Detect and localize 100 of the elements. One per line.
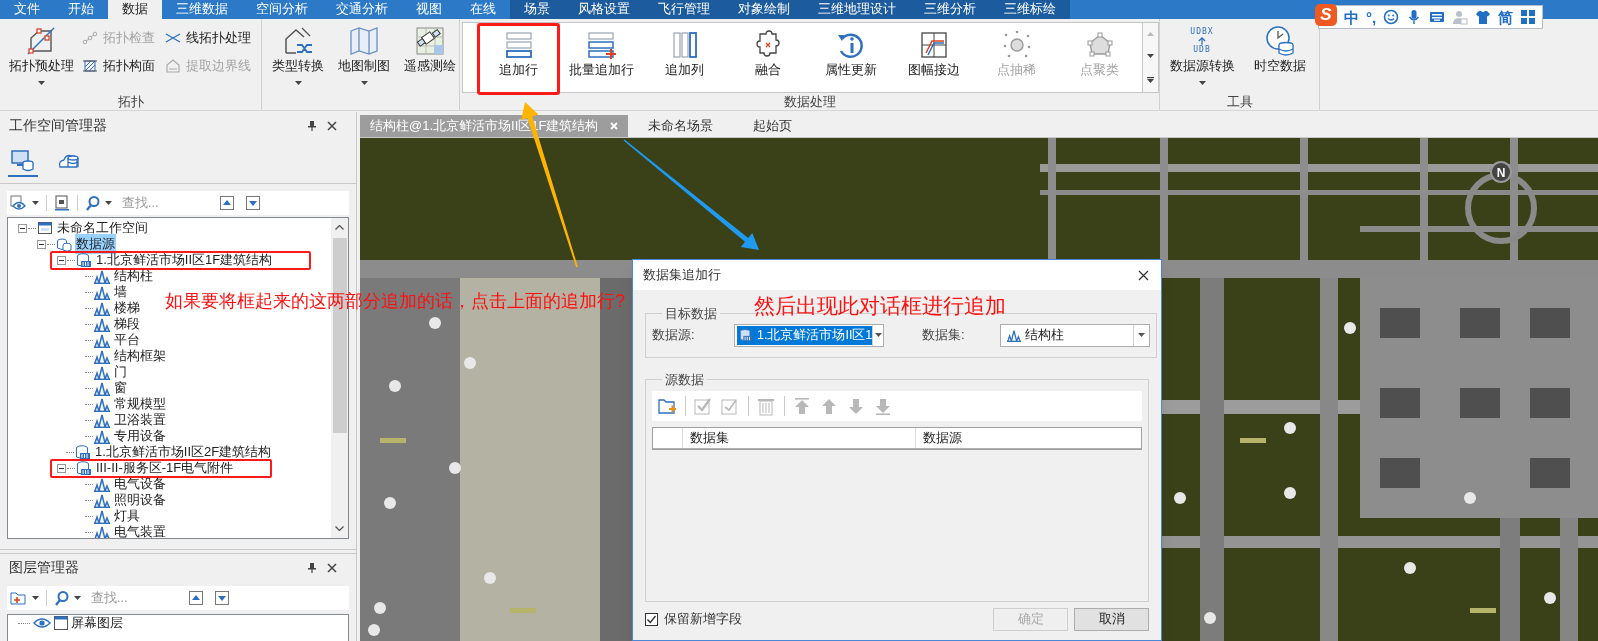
search-icon[interactable] [85,195,101,211]
document-tab[interactable]: 未命名场景 [628,115,734,137]
eye-icon[interactable] [33,617,51,629]
ribbon-button[interactable]: 线拓扑处理 [163,27,253,49]
close-icon[interactable] [1138,269,1149,281]
field-label: 数据源: [652,326,696,345]
close-icon[interactable] [327,121,337,131]
menu-tab[interactable]: 对象绘制 [724,0,804,19]
ime-toggle[interactable]: 中 [1344,9,1359,25]
checkbox[interactable] [645,612,658,626]
ribbon-button[interactable]: 拓扑预处理 [4,19,78,91]
scroll-down-icon[interactable] [1147,54,1154,59]
menu-tab[interactable]: 三维地理设计 [804,0,910,19]
lamp [1284,422,1296,434]
scroll-up-icon[interactable] [335,225,344,230]
ribbon-button[interactable]: 遥感测绘 [398,19,462,91]
ime-toggle[interactable]: 简 [1498,9,1514,25]
grid-icon[interactable] [1520,9,1537,25]
expander-icon[interactable] [57,255,66,265]
menu-tab[interactable]: 数据 [108,0,162,19]
ribbon-button[interactable]: 时空数据 [1242,19,1318,91]
move-down-icon[interactable] [246,196,260,210]
menu-tab[interactable]: 三维分析 [910,0,990,19]
lamp [384,497,396,509]
ribbon-button[interactable]: 融合 [726,23,809,95]
smiley-icon[interactable] [1383,9,1400,25]
more-icon[interactable] [1147,76,1154,83]
eye-view-icon[interactable] [10,195,28,211]
caret-icon [874,333,882,337]
pin-icon[interactable] [307,121,317,131]
ribbon-button[interactable]: 属性更新 [809,23,892,95]
menu-tab[interactable]: 视图 [402,0,456,19]
marker [380,438,406,443]
add-folder-icon[interactable] [658,396,677,416]
field-label: 数据集: [922,326,966,345]
ribbon-button[interactable]: UDBX UDB 数据源转换 [1164,19,1240,91]
dialog-title: 数据集追加行 [643,266,721,285]
dialog-button[interactable]: 取消 [1074,607,1149,631]
combo-box[interactable]: 1.北京鲜活市场II区1 [734,323,884,347]
ribbon-button[interactable]: 批量追加行 [560,23,643,95]
peaks-icon [94,316,110,332]
database-icon [76,252,92,268]
house-outline-icon [165,58,181,74]
ribbon-button[interactable]: 类型转换 [266,19,330,91]
caret-icon [1138,333,1145,337]
menu-tab[interactable]: 三维数据 [162,0,242,19]
caret-icon [74,596,81,600]
menu-tab[interactable]: 飞行管理 [644,0,724,19]
shirt-icon[interactable] [1475,9,1492,25]
column-header[interactable]: 数据集 [683,428,916,448]
checkbox-label[interactable]: 保留新增字段 [664,609,742,629]
menu-tab[interactable]: 开始 [54,0,108,19]
marker [1470,608,1496,613]
move-up-icon[interactable] [220,196,234,210]
move-up-icon[interactable] [189,591,203,605]
ribbon-button[interactable]: 追加行 [477,23,560,95]
clock-database-icon [1264,25,1296,57]
window [1380,458,1420,488]
keyboard-icon[interactable] [1429,9,1446,25]
window [1530,458,1570,488]
peaks-icon [94,396,110,412]
expander-icon[interactable] [57,463,66,473]
move-down-icon[interactable] [215,591,229,605]
tree-item[interactable]: 屏幕图层 [71,613,123,633]
ribbon-button[interactable]: 地图制图 [332,19,396,91]
nodes-icon [82,30,98,46]
scroll-down-icon[interactable] [335,526,344,531]
close-icon[interactable] [327,563,337,573]
lamp [449,462,461,474]
menu-tab[interactable]: 风格设置 [564,0,644,19]
pin-icon[interactable] [307,563,317,573]
expander-icon[interactable] [37,239,46,249]
menu-tab[interactable]: 文件 [0,0,54,19]
lamp [1404,562,1416,574]
peaks-icon [94,284,110,300]
add-layer-icon[interactable] [10,590,28,606]
peaks-icon [94,412,110,428]
column-header[interactable]: 数据源 [916,428,1141,448]
ribbon-button[interactable]: 拓扑构面 [80,55,157,77]
menu-tab[interactable]: 场景 [510,0,564,19]
search-icon[interactable] [54,590,70,606]
ribbon-button[interactable]: 图幅接边 [892,23,975,95]
combo-box[interactable]: 结构柱 [1000,323,1150,347]
ribbon-button[interactable]: 追加列 [643,23,726,95]
lamp [1344,322,1356,334]
document-tab[interactable]: 起始页 [733,115,813,137]
caret-icon [32,596,39,600]
peaks-icon [94,300,110,316]
export-icon[interactable] [54,195,70,211]
monitor-database-icon [11,148,35,173]
expander-icon[interactable] [18,223,27,233]
gallery-scroller[interactable] [1143,22,1159,93]
ime-toggle[interactable]: °, [1366,9,1377,25]
lamp [484,572,496,584]
menu-tab[interactable]: 三维标绘 [990,0,1070,19]
peaks-icon [94,428,110,444]
menu-tab[interactable]: 空间分析 [242,0,322,19]
menu-tab[interactable]: 在线 [456,0,510,19]
menu-tab[interactable]: 交通分析 [322,0,402,19]
combo-value: 1.北京鲜活市场II区1 [757,326,873,344]
